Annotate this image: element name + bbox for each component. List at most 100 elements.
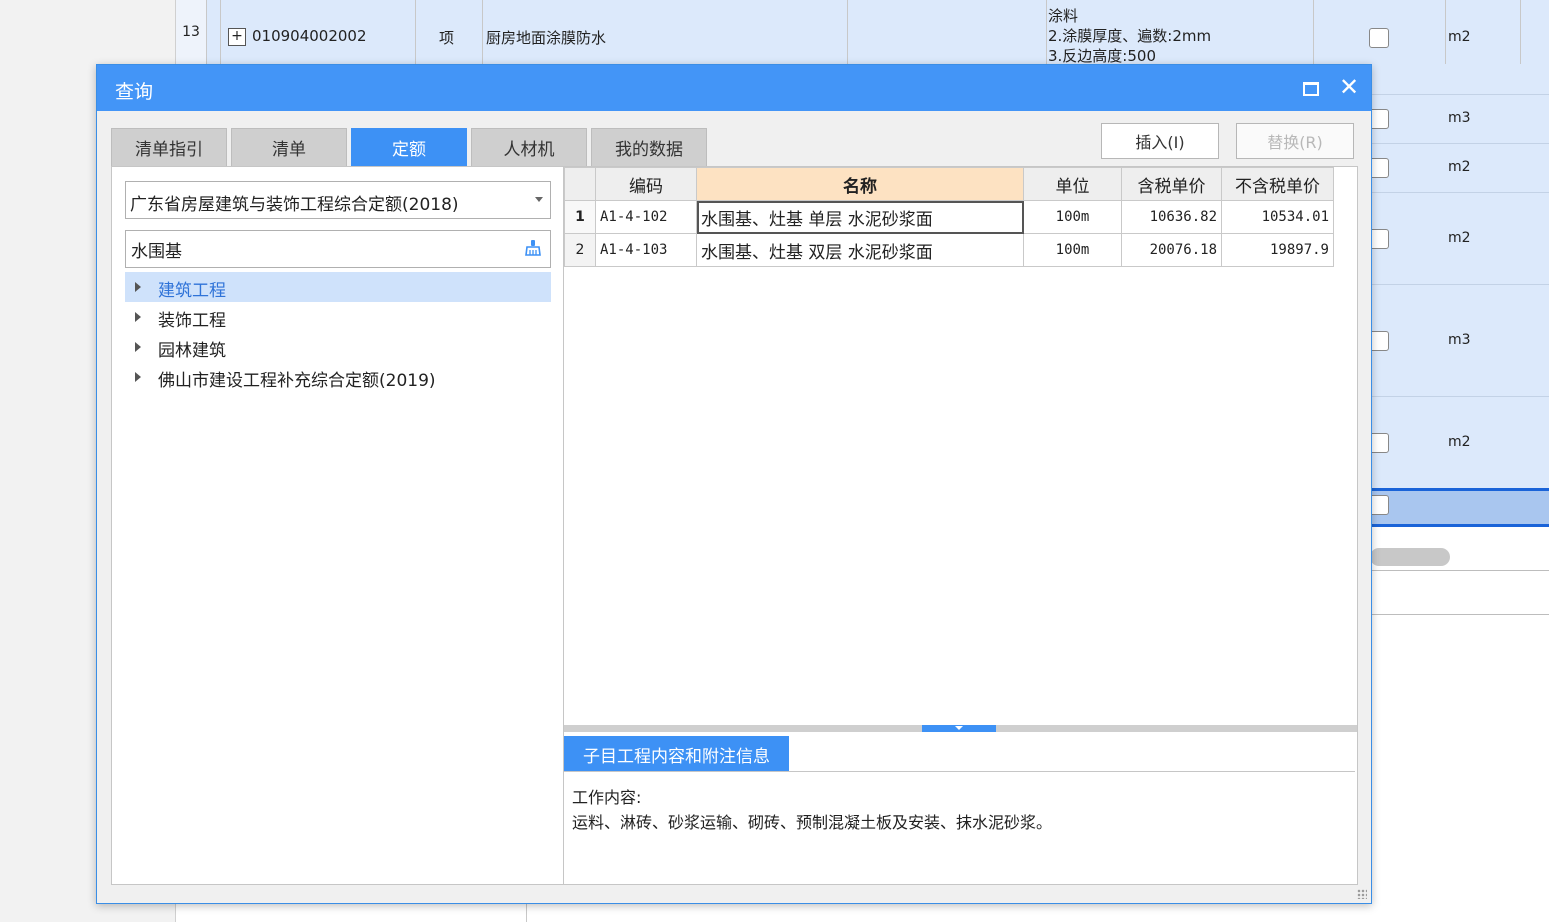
sheet-row-13[interactable] [176,0,1549,64]
tree-item-label: 佛山市建设工程补充综合定额(2019) [158,371,436,391]
work-content-text: 运料、淋砖、砂浆运输、砌砖、预制混凝土板及安装、抹水泥砂浆。 [572,813,1053,832]
expand-caret-icon[interactable] [135,282,141,292]
cell-code[interactable]: A1-4-102 [595,200,697,234]
cell-name[interactable]: 水围基、灶基 单层 水泥砂浆面 [696,200,1024,234]
sheet-row-divider [1370,396,1549,397]
quota-results-panel: 编码 名称 单位 含税单价 不含税单价 1 A1-4-102 水围基、灶基 单层… [563,166,1358,885]
sheet-grid-line [206,0,207,64]
chevron-down-icon[interactable] [535,197,543,202]
tab-bill-guide[interactable]: 清单指引 [111,128,227,166]
expand-caret-icon[interactable] [135,342,141,352]
col-header-name[interactable]: 名称 [696,167,1024,201]
sheet-row-unit: m3 [1448,332,1471,348]
tab-my-data[interactable]: 我的数据 [591,128,707,166]
row-checkbox[interactable] [1369,331,1389,351]
sheet-grid-line [482,0,483,64]
col-header-price-notax[interactable]: 不含税单价 [1221,167,1334,201]
col-header-code[interactable]: 编码 [595,167,697,201]
table-row[interactable]: 1 A1-4-102 水围基、灶基 单层 水泥砂浆面 100m 10636.82… [564,200,1334,234]
insert-button[interactable]: 插入(I) [1101,123,1219,159]
tab-labor-material-machine[interactable]: 人材机 [471,128,587,166]
sheet-item-unit: m2 [1448,29,1471,45]
cell-price-tax[interactable]: 10636.82 [1121,200,1222,234]
expand-caret-icon[interactable] [135,372,141,382]
table-row[interactable]: 2 A1-4-103 水围基、灶基 双层 水泥砂浆面 100m 20076.18… [564,233,1334,267]
col-header-unit[interactable]: 单位 [1023,167,1122,201]
desc-line: 3.反边高度:500 [1048,47,1156,64]
cell-price-notax[interactable]: 10534.01 [1221,200,1334,234]
tree-item-decoration[interactable]: 装饰工程 [125,302,551,332]
sheet-item-description: 涂料 2.涂膜厚度、遍数:2mm 3.反边高度:500 [1048,0,1313,64]
sheet-row-divider [1370,143,1549,144]
horizontal-scrollbar-thumb[interactable] [1370,548,1450,566]
tree-item-foshan-supplement[interactable]: 佛山市建设工程补充综合定额(2019) [125,362,551,392]
row-checkbox[interactable] [1369,495,1389,515]
sheet-rows-visible [1370,64,1549,524]
row-checkbox[interactable] [1369,229,1389,249]
collapse-arrow-icon[interactable] [922,725,996,732]
row-number: 1 [564,200,596,234]
close-icon[interactable]: ✕ [1338,74,1360,100]
col-header-price-tax[interactable]: 含税单价 [1121,167,1222,201]
quota-library-value: 广东省房屋建筑与装饰工程综合定额(2018) [130,195,459,215]
quota-library-select[interactable]: 广东省房屋建筑与装饰工程综合定额(2018) [125,181,551,219]
col-header-rownum [564,167,596,201]
sheet-row-divider [1370,192,1549,193]
tree-item-label: 建筑工程 [158,281,226,301]
search-input[interactable] [129,237,513,261]
sheet-divider [1370,614,1549,615]
tree-item-label: 装饰工程 [158,311,226,331]
sheet-row-divider [1370,94,1549,95]
sheet-grid-line [526,902,527,922]
sheet-row-divider [1370,284,1549,285]
sheet-selected-row[interactable] [1370,488,1549,527]
quota-table: 编码 名称 单位 含税单价 不含税单价 1 A1-4-102 水围基、灶基 单层… [564,167,1334,267]
sheet-divider [1370,570,1549,571]
tab-bill[interactable]: 清单 [231,128,347,166]
panel-splitter[interactable] [564,725,1357,732]
broom-clear-icon[interactable] [524,239,542,257]
cell-code[interactable]: A1-4-103 [595,233,697,267]
row-checkbox[interactable] [1369,28,1389,48]
row-checkbox[interactable] [1369,158,1389,178]
sheet-grid-line [220,0,221,64]
sheet-grid-line [847,0,848,64]
sheet-row-unit: m2 [1448,230,1471,246]
sheet-grid-line [1313,0,1314,64]
expand-caret-icon[interactable] [135,312,141,322]
sheet-item-code: 010904002002 [252,27,367,45]
work-content-box: 工作内容: 运料、淋砖、砂浆运输、砌砖、预制混凝土板及安装、抹水泥砂浆。 [564,771,1355,884]
table-header-row: 编码 名称 单位 含税单价 不含税单价 [564,167,1334,201]
tree-item-garden[interactable]: 园林建筑 [125,332,551,362]
tree-item-building[interactable]: 建筑工程 [125,272,551,302]
cell-unit[interactable]: 100m [1023,233,1122,267]
cell-price-tax[interactable]: 20076.18 [1121,233,1222,267]
cell-name[interactable]: 水围基、灶基 双层 水泥砂浆面 [696,233,1024,267]
search-box[interactable] [125,230,551,268]
resize-grip-icon[interactable] [1357,889,1367,899]
cell-unit[interactable]: 100m [1023,200,1122,234]
tab-quota[interactable]: 定额 [351,128,467,166]
query-dialog: 查询 ✕ 清单指引 清单 定额 人材机 我的数据 插入(I) 替换(R) 广东省… [96,64,1372,904]
sheet-row-unit: m2 [1448,159,1471,175]
sheet-row-number: 13 [176,0,206,64]
row-checkbox[interactable] [1369,433,1389,453]
desc-line: 2.涂膜厚度、遍数:2mm [1048,27,1212,45]
row-number: 2 [564,233,596,267]
work-content-label: 工作内容: [572,788,642,807]
desc-line: 涂料 [1048,7,1079,25]
quota-tree-panel: 广东省房屋建筑与装饰工程综合定额(2018) 建筑工程 装饰工程 园林建筑 [111,166,565,885]
tab-work-content-info[interactable]: 子目工程内容和附注信息 [564,736,789,772]
tree-item-label: 园林建筑 [158,341,226,361]
plus-square-icon[interactable]: + [228,28,246,46]
maximize-icon[interactable] [1300,77,1320,97]
row-checkbox[interactable] [1369,109,1389,129]
sheet-grid-line [1046,0,1047,64]
sheet-row-unit: m3 [1448,110,1471,126]
sheet-row-unit: m2 [1448,434,1471,450]
dialog-titlebar[interactable]: 查询 ✕ [97,65,1371,111]
cell-price-notax[interactable]: 19897.9 [1221,233,1334,267]
replace-button[interactable]: 替换(R) [1236,123,1354,159]
sheet-item-type: 项 [439,29,455,47]
sheet-grid-line [415,0,416,64]
